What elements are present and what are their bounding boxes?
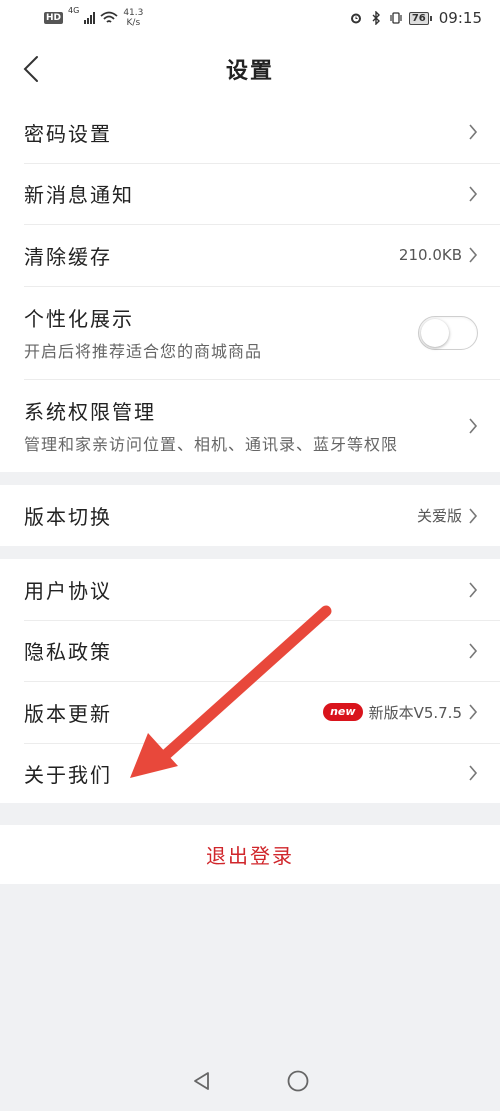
chevron-right-icon: [469, 247, 478, 263]
logout-label: 退出登录: [206, 844, 294, 868]
toggle-knob: [421, 318, 449, 347]
row-version-switch[interactable]: 版本切换 关爱版: [0, 485, 500, 546]
chevron-right-icon: [469, 185, 478, 202]
row-label: 隐私政策: [24, 640, 112, 664]
chevron-right-icon: [469, 507, 478, 524]
back-button[interactable]: [18, 52, 44, 86]
chevron-right-icon: [469, 642, 478, 659]
row-label: 个性化展示: [24, 307, 134, 331]
row-personalized-display: 个性化展示 开启后将推荐适合您的商城商品: [0, 286, 500, 379]
network-speed: 41.3 K/s: [123, 8, 143, 28]
triangle-back-icon: [194, 1071, 209, 1090]
status-left: HD 4G 41.3 K/s: [44, 6, 143, 28]
status-time: 09:15: [438, 9, 482, 27]
nav-bar: 设置: [0, 36, 500, 101]
row-privacy-policy[interactable]: 隐私政策: [0, 620, 500, 681]
battery-icon: 76: [408, 11, 432, 25]
alarm-icon: [350, 13, 361, 24]
row-label: 新消息通知: [24, 183, 134, 207]
settings-group-about: 用户协议 隐私政策 版本更新 new 新版本V5.7.5 关于我们: [0, 559, 500, 803]
new-badge: new: [323, 703, 363, 721]
bluetooth-icon: [372, 11, 380, 25]
circle-home-icon: [287, 1070, 309, 1091]
new-version-value: 新版本V5.7.5: [368, 703, 462, 722]
row-message-notification[interactable]: 新消息通知: [0, 163, 500, 224]
cache-size: 210.0KB: [398, 246, 462, 264]
chevron-right-icon: [469, 581, 478, 598]
chevron-right-icon: [469, 704, 478, 720]
speed-unit: K/s: [126, 18, 141, 28]
row-label: 用户协议: [24, 579, 112, 603]
speed-value: 41.3: [123, 8, 144, 18]
status-right: 76 09:15: [349, 9, 482, 27]
personalized-toggle[interactable]: [418, 315, 478, 350]
back-arrow-icon: [23, 56, 38, 82]
row-user-agreement[interactable]: 用户协议: [0, 559, 500, 620]
chevron-right-icon: [469, 765, 478, 781]
vibrate-icon: [390, 12, 402, 24]
row-label: 版本更新: [24, 701, 112, 726]
signal-icon: [84, 12, 96, 24]
settings-group-version-mode: 版本切换 关爱版: [0, 485, 500, 546]
system-nav-bar: [0, 1050, 500, 1111]
row-label: 密码设置: [24, 121, 112, 146]
logout-button[interactable]: 退出登录: [0, 825, 500, 884]
chevron-right-icon: [469, 124, 478, 140]
row-password-settings[interactable]: 密码设置: [0, 101, 500, 163]
chevron-right-icon: [469, 417, 478, 434]
row-clear-cache[interactable]: 清除缓存 210.0KB: [0, 224, 500, 286]
row-label: 关于我们: [24, 762, 112, 787]
row-subtitle: 开启后将推荐适合您的商城商品: [24, 342, 263, 361]
version-mode-value: 关爱版: [416, 507, 462, 525]
network-type: 4G: [68, 6, 80, 15]
row-label: 清除缓存: [24, 244, 112, 269]
settings-group-account: 密码设置 新消息通知 清除缓存 210.0KB 个性化展示 开启后将推荐适合您的…: [0, 101, 500, 472]
row-subtitle: 管理和家亲访问位置、相机、通讯录、蓝牙等权限: [24, 435, 399, 454]
status-bar: HD 4G 41.3 K/s 76 09:15: [0, 0, 500, 36]
row-label: 版本切换: [24, 505, 112, 529]
hd-badge: HD: [44, 12, 64, 24]
wifi-icon: [100, 11, 118, 23]
row-system-permissions[interactable]: 系统权限管理 管理和家亲访问位置、相机、通讯录、蓝牙等权限: [0, 379, 500, 472]
row-label: 系统权限管理: [24, 400, 156, 424]
system-home-button[interactable]: [285, 1068, 311, 1094]
row-version-update[interactable]: 版本更新 new 新版本V5.7.5: [0, 681, 500, 743]
page-title: 设置: [225, 58, 274, 84]
row-about-us[interactable]: 关于我们: [0, 743, 500, 803]
system-back-button[interactable]: [189, 1068, 215, 1094]
